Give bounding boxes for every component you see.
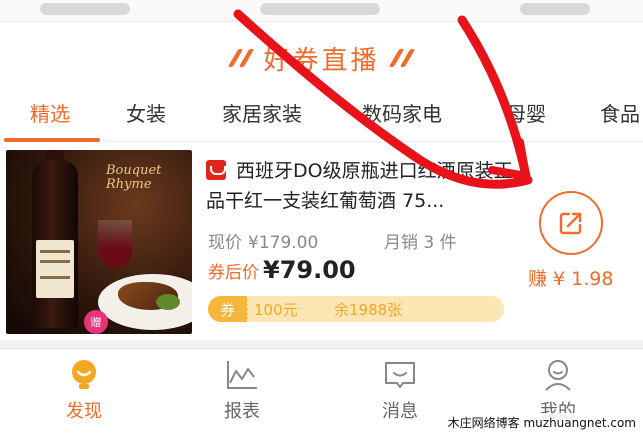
tab-womens[interactable]: 女装 <box>126 98 166 127</box>
tab-baby[interactable]: 母婴 <box>506 98 546 127</box>
share-button[interactable] <box>539 191 603 255</box>
lightbulb-icon <box>66 357 102 393</box>
live-banner: 好券直播 <box>0 26 643 90</box>
coupon-tag: 券 <box>208 296 248 322</box>
message-icon <box>382 357 418 393</box>
commission-earn: 赚 ¥ 1.98 <box>528 268 614 290</box>
watermark: 木庄网络博客 muzhuangnet.com <box>444 413 639 432</box>
gift-badge: 赠 <box>84 310 108 334</box>
product-title[interactable]: 西班牙DO级原瓶进口红酒原装正品干红一支装红葡萄酒 75... <box>206 156 516 216</box>
image-script-text: Bouquet Rhyme <box>106 163 162 193</box>
product-card[interactable]: Bouquet Rhyme 赠 西班牙DO级原瓶进口红酒原装正品干红一支装红葡萄… <box>0 144 643 340</box>
chart-icon <box>224 357 260 393</box>
banner-title: 好券直播 <box>263 45 380 76</box>
tab-food[interactable]: 食品 <box>600 98 640 127</box>
person-icon <box>540 357 576 393</box>
coupon-price: 券后价 ¥79.00 <box>208 256 356 284</box>
active-tab-indicator <box>4 138 100 142</box>
tab-home[interactable]: 家居家装 <box>222 98 302 127</box>
wine-glass-icon <box>98 220 132 268</box>
product-image[interactable]: Bouquet Rhyme 赠 <box>6 150 192 334</box>
section-divider <box>0 340 643 348</box>
nav-messages[interactable]: 消息 <box>360 357 440 423</box>
nav-reports[interactable]: 报表 <box>202 357 282 423</box>
category-tabs: 精选 女装 家居家装 数码家电 母婴 食品 <box>0 90 643 142</box>
nav-discover[interactable]: 发现 <box>44 357 124 423</box>
tab-featured[interactable]: 精选 <box>30 98 70 127</box>
share-icon <box>559 212 582 235</box>
coupon-remaining: 余1988张 <box>334 301 403 319</box>
current-price: 现价 ¥179.00 <box>208 233 319 253</box>
coupon-value: 100元 <box>254 301 298 319</box>
coupon-bar[interactable]: 券 100元 余1988张 <box>208 296 504 322</box>
banner-decoration-right <box>388 49 415 67</box>
monthly-sales: 月销 3 件 <box>384 233 457 253</box>
banner-decoration-left <box>228 49 255 67</box>
tab-electronics[interactable]: 数码家电 <box>362 98 442 127</box>
status-strip <box>0 0 643 22</box>
